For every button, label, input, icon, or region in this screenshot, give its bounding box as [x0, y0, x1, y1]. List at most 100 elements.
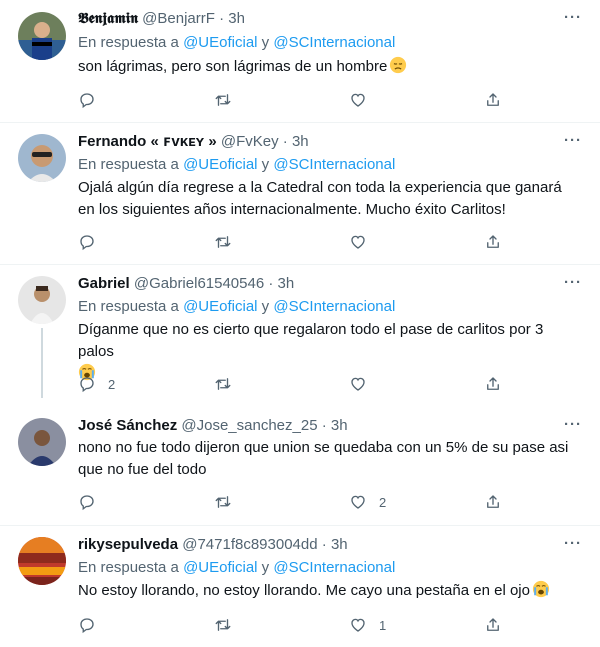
- mention-link[interactable]: @SCInternacional: [273, 559, 395, 576]
- avatar[interactable]: [18, 12, 66, 60]
- display-name[interactable]: rikysepulveda: [78, 536, 178, 553]
- retweet-button[interactable]: [214, 615, 244, 635]
- reply-prefix: En respuesta a: [78, 156, 179, 173]
- retweet-icon: [214, 493, 232, 511]
- display-name[interactable]: 𝕭𝖊𝖓𝖏𝖆𝖒𝖎𝖓: [78, 10, 138, 27]
- like-button[interactable]: [349, 374, 379, 394]
- reply-and: y: [261, 559, 270, 576]
- share-icon: [484, 616, 502, 634]
- share-button[interactable]: [484, 615, 502, 635]
- retweet-icon: [214, 91, 232, 109]
- reply-and: y: [261, 34, 270, 51]
- like-icon: [349, 493, 367, 511]
- tweet-text: son lágrimas, pero son lágrimas de un ho…: [78, 56, 578, 78]
- user-handle[interactable]: @Gabriel61540546: [134, 275, 264, 292]
- tweet-header: rikysepulveda @7471f8c893004dd · 3h: [78, 535, 348, 555]
- reply-icon: [78, 233, 96, 251]
- avatar[interactable]: [18, 134, 66, 182]
- retweet-icon: [214, 233, 232, 251]
- reply-count: 2: [108, 376, 116, 392]
- mention-link[interactable]: @SCInternacional: [273, 156, 395, 173]
- user-handle[interactable]: @BenjarrF: [142, 10, 215, 27]
- share-button[interactable]: [484, 374, 502, 394]
- mention-link[interactable]: @UEoficial: [183, 559, 257, 576]
- avatar[interactable]: [18, 276, 66, 324]
- reply-and: y: [261, 298, 270, 315]
- like-button[interactable]: 2: [349, 492, 386, 512]
- more-options-icon[interactable]: ···: [564, 535, 582, 552]
- tweet-text: No estoy llorando, no estoy llorando. Me…: [78, 580, 578, 602]
- more-options-icon[interactable]: ···: [564, 274, 582, 291]
- reply-and: y: [261, 156, 270, 173]
- tweet-header: 𝕭𝖊𝖓𝖏𝖆𝖒𝖎𝖓 @BenjarrF · 3h: [78, 9, 245, 29]
- share-icon: [484, 233, 502, 251]
- like-icon: [349, 616, 367, 634]
- reply-button[interactable]: [78, 615, 108, 635]
- like-count: 1: [379, 617, 387, 633]
- user-handle[interactable]: @Jose_sanchez_25: [181, 417, 317, 434]
- avatar[interactable]: [18, 537, 66, 585]
- more-options-icon[interactable]: ···: [564, 132, 582, 149]
- tweet-header: José Sánchez @Jose_sanchez_25 · 3h: [78, 416, 348, 436]
- user-handle[interactable]: @7471f8c893004dd: [182, 536, 317, 553]
- like-icon: [349, 91, 367, 109]
- like-button[interactable]: [349, 232, 379, 252]
- display-name[interactable]: Gabriel: [78, 275, 130, 292]
- timestamp[interactable]: 3h: [228, 10, 245, 27]
- separator-dot: ·: [268, 275, 274, 292]
- like-count: 2: [379, 494, 387, 510]
- tweet-actions: [78, 232, 508, 252]
- reply-prefix: En respuesta a: [78, 298, 179, 315]
- share-button[interactable]: [484, 232, 502, 252]
- mention-link[interactable]: @UEoficial: [183, 34, 257, 51]
- timestamp[interactable]: 3h: [331, 536, 348, 553]
- tweet-text: nono no fue todo dijeron que union se qu…: [78, 439, 569, 478]
- retweet-icon: [214, 375, 232, 393]
- reply-icon: [78, 616, 96, 634]
- timestamp[interactable]: 3h: [331, 417, 348, 434]
- mention-link[interactable]: @SCInternacional: [273, 34, 395, 51]
- reply-icon: [78, 375, 96, 393]
- like-button[interactable]: [349, 90, 379, 110]
- retweet-button[interactable]: [214, 90, 244, 110]
- retweet-icon: [214, 616, 232, 634]
- like-icon: [349, 375, 367, 393]
- tweet-text-content: son lágrimas, pero son lágrimas de un ho…: [78, 58, 388, 75]
- loudly-crying-face-icon: [532, 580, 550, 598]
- like-button[interactable]: 1: [349, 615, 386, 635]
- share-button[interactable]: [484, 90, 502, 110]
- tweet-text-content: Díganme que no es cierto que regalaron t…: [78, 321, 544, 360]
- timestamp[interactable]: 3h: [278, 275, 295, 292]
- reply-icon: [78, 91, 96, 109]
- separator-dot: ·: [219, 10, 225, 27]
- avatar[interactable]: [18, 418, 66, 466]
- reply-button[interactable]: 2: [78, 374, 115, 394]
- like-icon: [349, 233, 367, 251]
- share-icon: [484, 493, 502, 511]
- mention-link[interactable]: @UEoficial: [183, 298, 257, 315]
- reply-button[interactable]: [78, 90, 108, 110]
- separator-dot: ·: [321, 417, 327, 434]
- more-options-icon[interactable]: ···: [564, 9, 582, 26]
- retweet-button[interactable]: [214, 374, 244, 394]
- separator-dot: ·: [321, 536, 327, 553]
- user-handle[interactable]: @FvKey: [221, 133, 279, 150]
- display-name[interactable]: Fernando « ꜰᴠᴋᴇʏ »: [78, 133, 217, 150]
- divider: [0, 525, 600, 526]
- retweet-button[interactable]: [214, 492, 244, 512]
- mention-link[interactable]: @UEoficial: [183, 156, 257, 173]
- reply-button[interactable]: [78, 232, 108, 252]
- share-icon: [484, 375, 502, 393]
- disappointed-face-icon: [389, 56, 407, 74]
- timestamp[interactable]: 3h: [292, 133, 309, 150]
- share-button[interactable]: [484, 492, 502, 512]
- tweet-actions: 2: [78, 492, 508, 512]
- mention-link[interactable]: @SCInternacional: [273, 298, 395, 315]
- reply-context: En respuesta a @UEoficial y @SCInternaci…: [78, 558, 395, 578]
- tweet-actions: [78, 90, 508, 110]
- retweet-button[interactable]: [214, 232, 244, 252]
- reply-prefix: En respuesta a: [78, 34, 179, 51]
- display-name[interactable]: José Sánchez: [78, 417, 177, 434]
- reply-button[interactable]: [78, 492, 108, 512]
- more-options-icon[interactable]: ···: [564, 416, 582, 433]
